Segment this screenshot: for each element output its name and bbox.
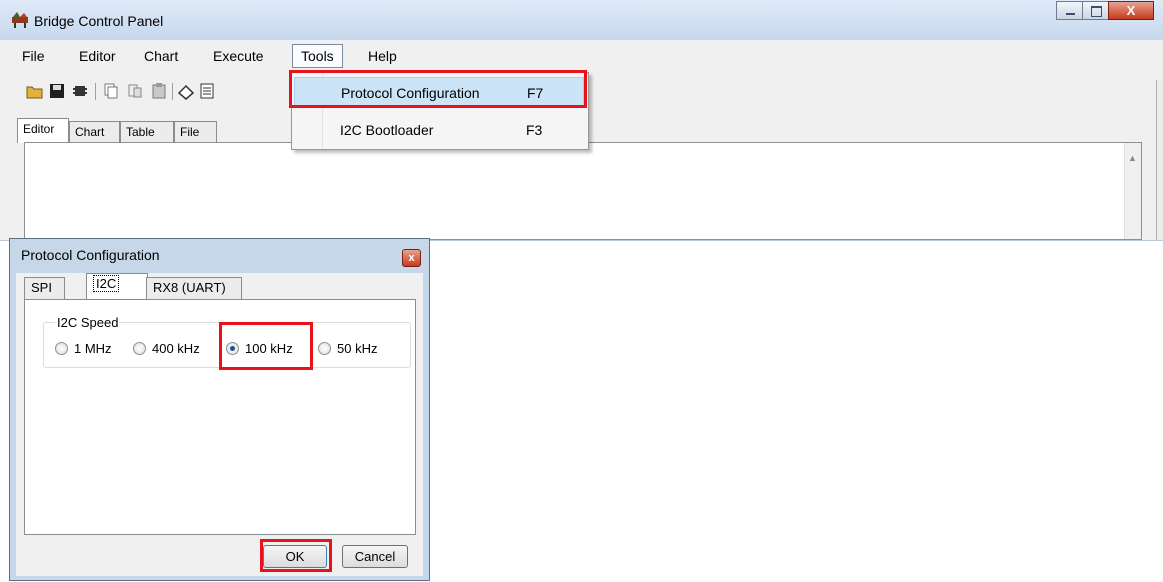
menu-bar: File Editor Chart Execute Tools Help [0,44,1163,68]
cancel-button[interactable]: Cancel [342,545,408,568]
radio-button[interactable] [318,342,331,355]
i2c-speed-label: I2C Speed [55,315,121,330]
scroll-up-icon[interactable]: ▲ [1128,153,1137,163]
menu-chart[interactable]: Chart [136,44,186,68]
open-folder-icon[interactable] [26,82,44,100]
toolbar-separator [95,83,96,100]
close-icon: X [1126,3,1136,18]
radio-button[interactable] [55,342,68,355]
radio-label: 50 kHz [337,341,378,356]
menu-file[interactable]: File [14,44,53,68]
close-icon: x [408,252,415,264]
app-icon [12,12,28,28]
radio-label: 1 MHz [74,341,112,356]
eraser-icon[interactable] [177,82,195,100]
maximize-icon [1091,6,1102,17]
menu-item-shortcut: F3 [526,122,543,138]
highlight-box-100khz [219,322,313,370]
menu-tools[interactable]: Tools [292,44,343,68]
editor-scrollbar[interactable]: ▲ [1124,143,1141,239]
tab-table[interactable]: Table [120,121,174,142]
tab-editor[interactable]: Editor [17,118,69,143]
chip-icon[interactable] [71,82,89,100]
radio-400khz[interactable]: 400 kHz [133,341,200,356]
maximize-button[interactable] [1082,1,1109,20]
toolbar-separator [172,83,173,100]
close-button[interactable]: X [1108,1,1154,20]
title-bar: Bridge Control Panel X [0,0,1163,40]
dialog-close-button[interactable]: x [402,249,421,267]
window-title: Bridge Control Panel [34,13,164,29]
menu-item-label: I2C Bootloader [340,122,434,138]
highlight-box-ok [260,539,332,572]
radio-1mhz[interactable]: 1 MHz [55,341,112,356]
tab-i2c-label: I2C [93,275,120,292]
tab-chart[interactable]: Chart [69,121,120,142]
window-right-edge [1156,80,1163,240]
menu-editor[interactable]: Editor [71,44,124,68]
minimize-button[interactable] [1056,1,1083,20]
radio-50khz[interactable]: 50 kHz [318,341,377,356]
protocol-configuration-dialog: Protocol Configuration x SPI I2C RX8 (UA… [9,238,430,581]
tab-file[interactable]: File [174,121,217,142]
tab-rx8-uart[interactable]: RX8 (UART) [146,277,242,299]
menu-execute[interactable]: Execute [205,44,272,68]
menu-help[interactable]: Help [360,44,405,68]
save-icon[interactable] [48,82,66,100]
list-icon[interactable] [200,82,214,100]
tab-i2c[interactable]: I2C [86,273,148,299]
cut-icon[interactable] [126,82,144,100]
radio-label: 400 kHz [152,341,200,356]
minimize-icon [1066,13,1075,15]
menu-item-i2c-bootloader[interactable]: I2C Bootloader F3 [294,115,584,145]
paste-icon[interactable] [150,82,168,100]
highlight-box-menu [289,70,587,108]
editor-text-area[interactable]: ▲ [24,142,1142,240]
dialog-title: Protocol Configuration [21,247,160,263]
tab-spi[interactable]: SPI [24,277,65,299]
radio-button[interactable] [133,342,146,355]
copy-icon[interactable] [102,82,120,100]
